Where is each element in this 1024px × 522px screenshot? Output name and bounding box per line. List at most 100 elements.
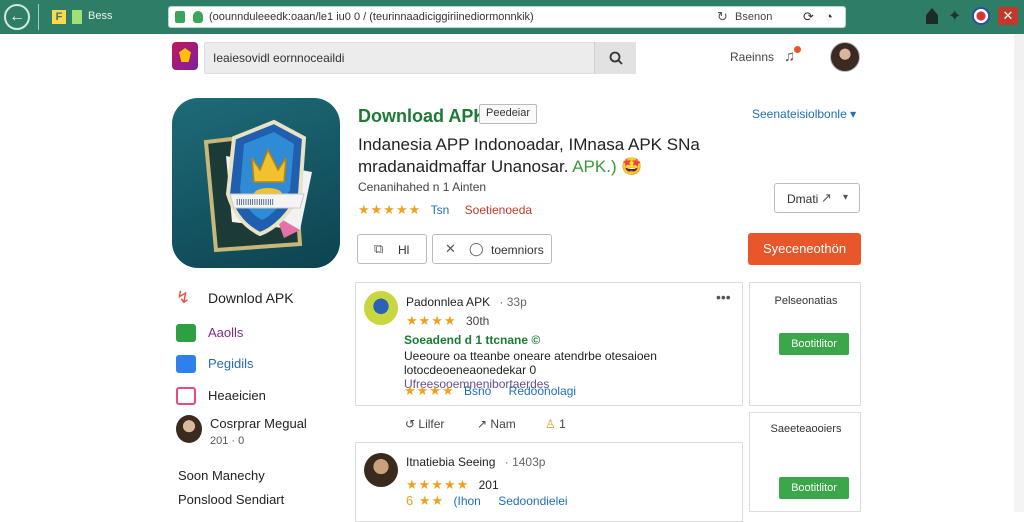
sidebar-user-meta: 201 · 0 [210,435,245,447]
shield-icon [193,11,203,23]
reviews-label: toemniors [491,243,544,257]
comment-icon: ◯ [469,241,484,256]
review-card: Padonnlea APK · 33p ••• ★★★★ 30th Soeade… [355,282,743,406]
avatar [176,415,202,443]
review-author[interactable]: Itnatiebia Seeing · 1403p [406,455,545,469]
sync-icon[interactable]: ⟳ [803,9,814,25]
review-rating: ★★★★★ 201 [406,477,499,493]
side-card-button[interactable]: Bootitlitor [779,333,849,355]
search-button[interactable] [594,42,636,74]
flag-icon[interactable] [972,7,990,25]
scrollbar[interactable] [1014,80,1024,512]
search-text: Ieaiesovidl eornnoceaildi [213,51,345,65]
like-button[interactable]: ⧉ Hl [357,234,427,264]
browser-chrome: ← F Bess (oounnduleeedk:oaan/le1 iu0 0 /… [0,0,1024,34]
status-badge: Peedeiar [479,104,538,124]
sidebar-footer-link[interactable]: Ponslood Sendiart [178,492,284,507]
avatar[interactable] [364,291,398,325]
like-icon: ⧉ [374,241,384,256]
award-action[interactable]: ♙ 1 [545,417,566,431]
more-options-icon[interactable]: ••• [716,289,731,305]
instagram-icon [176,387,196,405]
rating-stars: 6 ★★ [406,493,445,508]
back-arrow-icon[interactable]: ← [4,4,30,30]
clock-icon[interactable]: ◔ [825,9,833,24]
reload-icon[interactable]: ↻ [717,9,728,25]
app-title: Download APK [358,106,487,126]
apps-icon [176,355,196,373]
extension-icon[interactable]: F [52,10,66,24]
app-developer: Cenanihahed n 1 Ainten [358,180,487,194]
extension-icon-secondary[interactable] [72,10,82,24]
like-icon: ↺ [405,417,416,431]
app-name-text: Indanesia APP Indonoadar, IMnasa APK SNa… [358,135,700,176]
site-logo[interactable] [172,42,198,70]
share-action[interactable]: ↗ Nam [477,417,516,431]
android-icon [176,324,196,342]
sidebar-user-name: Cosrprar Megual [210,416,307,431]
svg-text:IIIIIIIIIIIIIIIII: IIIIIIIIIIIIIIIII [236,198,274,207]
like-action-label: Lilfer [418,417,445,431]
sidebar-footer-link[interactable]: Soon Manechy [178,468,265,483]
review-tag[interactable]: Sedoondielei [498,494,567,508]
language-selector[interactable]: Seenateisiolbonle ▾ [752,107,856,121]
review-time: · 33p [499,295,527,309]
sidebar-item-label: Aaolls [208,325,244,340]
review-stars-label: 30th [465,314,490,328]
app-name-highlight: APK.) [572,157,617,176]
like-label: Hl [398,243,410,257]
share-action-label: Nam [490,417,516,431]
scrollbar[interactable] [1014,34,1024,80]
tab-label[interactable]: Bess [88,10,112,22]
rating-stars: ★★★★★ [358,202,422,217]
app-icon: IIIIIIIIIIIIIIIII [172,98,340,268]
review-tags: ★★★★ Bsno Redoonolagi [404,383,576,399]
address-url[interactable]: (oounnduleeedk:oaan/le1 iu0 0 / (teurinn… [209,11,534,23]
reviews-button[interactable]: ✕ ◯ toemniors [432,234,552,264]
home-icon[interactable] [926,8,938,24]
chevron-down-icon: ▾ [850,107,857,121]
rating-stars: ★★★★ [406,313,457,328]
review-headline: Soeadend d 1 ttcnane © [404,333,541,347]
rating-stars: ★★★★★ [406,477,470,492]
chevron-down-icon: ▾ [843,192,849,203]
share-label: Dmati [787,192,819,206]
side-card: Saeeteaooiers Bootitlitor [749,412,861,512]
tab-divider [38,4,39,30]
review-author-name: Itnatiebia Seeing [406,455,496,469]
rating-tag[interactable]: Soetienoeda [465,203,532,217]
review-author-name: Padonnlea APK [406,295,491,309]
share-icon: ↗ [821,190,832,205]
side-card: Pelseonatias Bootitlitor [749,282,861,406]
review-author[interactable]: Padonnlea APK · 33p [406,295,527,309]
avatar[interactable] [364,453,398,487]
review-tag[interactable]: Redoonolagi [509,384,576,398]
site-header: Ieaiesovidl eornnoceaildi Raeinns ♫ [0,34,1024,80]
notification-dot [794,46,801,53]
avatar[interactable] [830,42,860,72]
review-body-text: Ueeoure oa tteanbe oneare atendrbe otesa… [404,349,657,377]
rating-count[interactable]: Tsn [431,203,450,217]
review-tag[interactable]: Bsno [464,384,491,398]
share-icon: ↗ [477,417,488,431]
address-search-label[interactable]: Bsenon [735,11,772,23]
review-tags: 6 ★★ (Ihon Sedoondielei [406,493,568,509]
app-name: Indanesia APP Indonoadar, IMnasa APK SNa… [358,134,828,178]
download-button[interactable]: Syeceneothön [748,233,861,265]
star-icon[interactable]: ✦ [948,6,961,26]
address-bar[interactable]: (oounnduleeedk:oaan/le1 iu0 0 / (teurinn… [168,6,846,28]
language-label: Seenateisiolbonle [752,107,847,121]
search-input[interactable]: Ieaiesovidl eornnoceaildi [204,42,636,74]
download-icon: ↯ [176,288,191,307]
like-action[interactable]: ↺ Lilfer [405,417,444,431]
close-icon[interactable]: ✕ [998,7,1018,25]
tools-icon: ✕ [445,241,456,256]
rating-stars: ★★★★ [404,383,455,398]
header-link[interactable]: Raeinns [730,50,774,64]
side-card-button[interactable]: Bootitlitor [779,477,849,499]
share-dropdown[interactable]: Dmati ↗ ▾ [774,183,860,213]
review-stars-label: 201 [478,478,499,492]
review-tag[interactable]: (Ihon [454,494,481,508]
review-time: · 1403p [504,455,546,469]
search-icon [609,51,623,65]
